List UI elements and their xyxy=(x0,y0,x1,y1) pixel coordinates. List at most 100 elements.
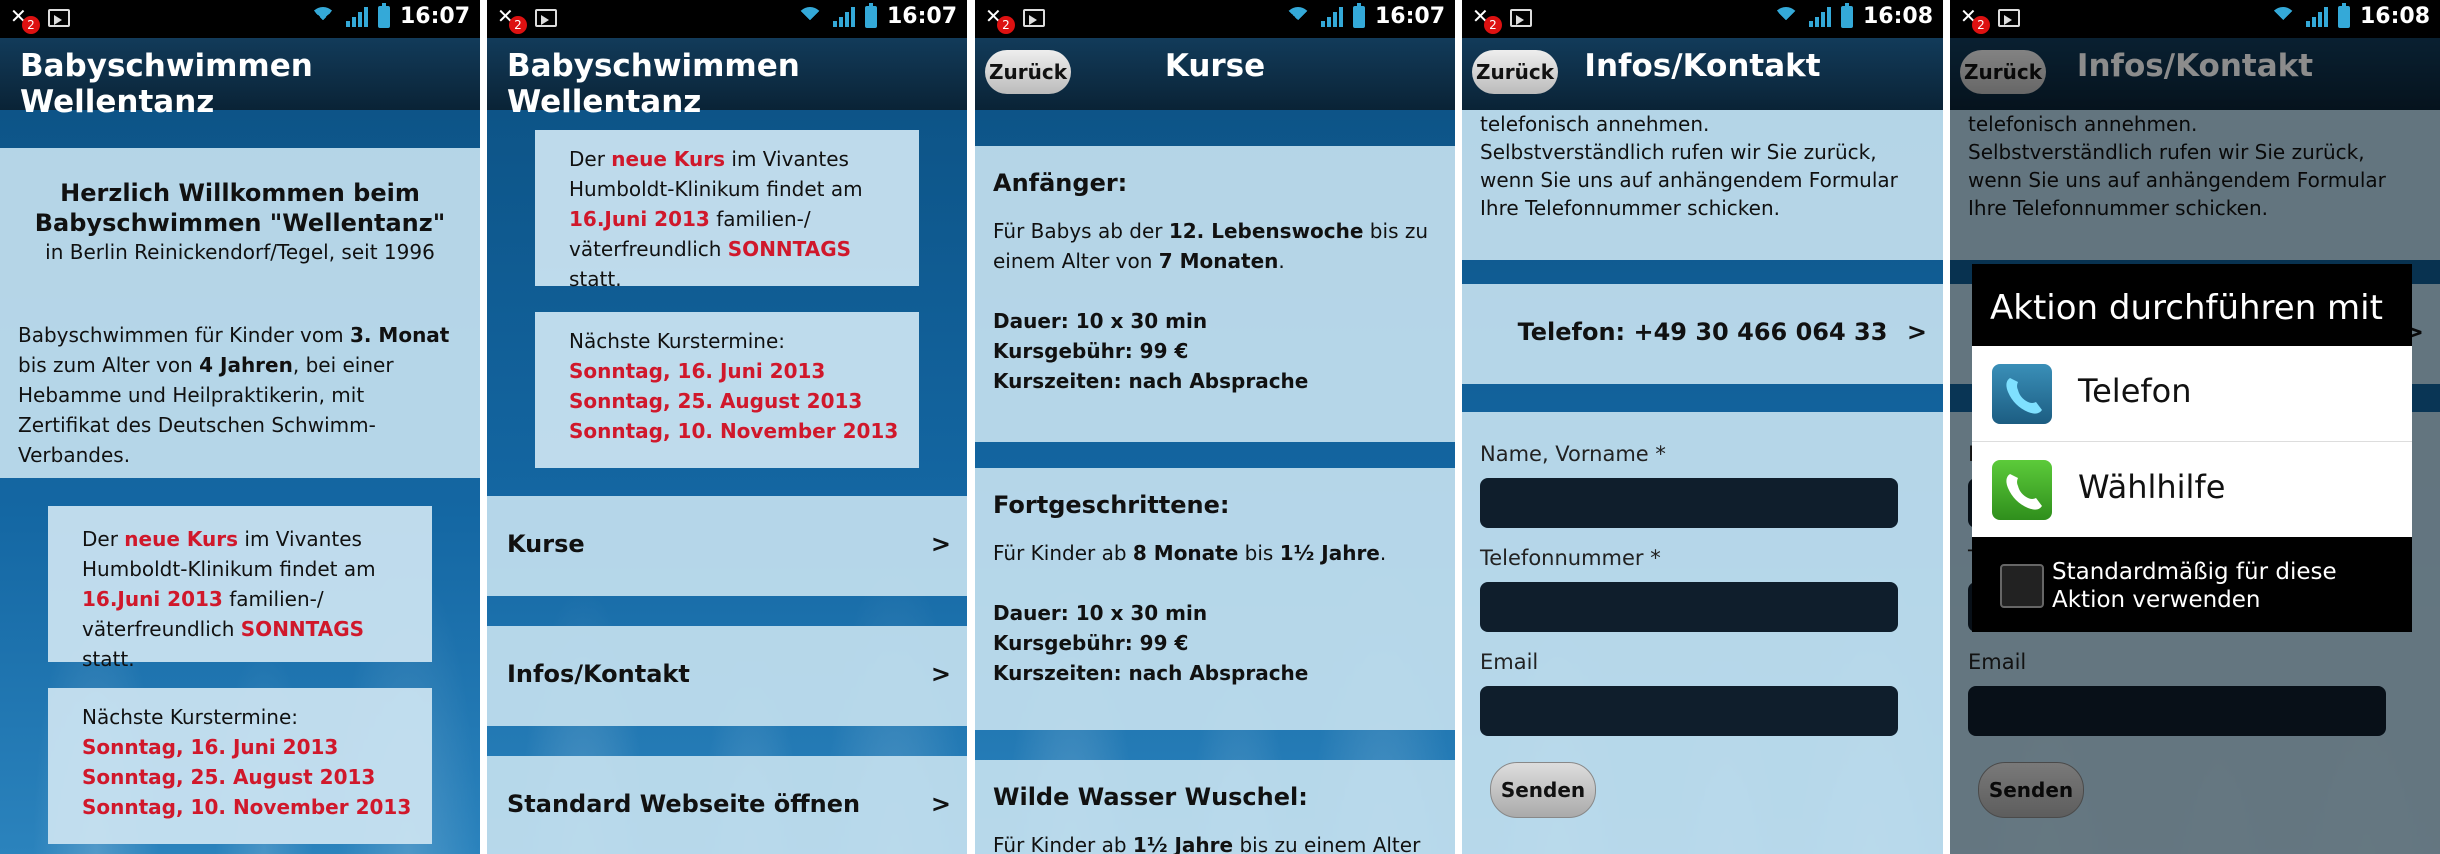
signal-icon xyxy=(1320,6,1343,27)
media-notification-icon[interactable] xyxy=(1510,9,1532,27)
dates-heading: Nächste Kurstermine: xyxy=(82,705,299,729)
nav-item-kurse[interactable]: Kurse > xyxy=(487,496,967,596)
clock: 16:08 xyxy=(1862,4,1933,29)
media-notification-icon[interactable] xyxy=(1023,9,1045,27)
wifi-icon xyxy=(1772,6,1799,33)
screen-kontakt-dialog: ✕ 2 16:08 Zurück Infos/Kontakt telefonisc… xyxy=(1950,0,2440,854)
app-header: Zurück Infos/Kontakt xyxy=(1462,38,1943,110)
signal-icon xyxy=(1808,6,1831,27)
date-item: Sonntag, 16. Juni 2013 xyxy=(82,735,339,759)
media-notification-icon[interactable] xyxy=(1998,9,2020,27)
phone-input[interactable] xyxy=(1480,582,1898,632)
page-title: Infos/Kontakt xyxy=(1584,48,1821,84)
option-waehlhilfe[interactable]: Wählhilfe xyxy=(1972,442,2412,537)
welcome-block: Herzlich Willkommen beim Babyschwimmen "… xyxy=(0,148,480,478)
news-box: Der neue Kurs im Vivantes Humboldt-Klini… xyxy=(48,506,432,671)
missed-call-notification-icon[interactable]: ✕ 2 xyxy=(985,6,1015,34)
option-telefon[interactable]: Telefon xyxy=(1972,346,2412,442)
battery-icon xyxy=(377,2,390,28)
status-bar: ✕ 2 16:08 xyxy=(1462,0,1943,38)
news-box: Der neue Kurs im Vivantes Humboldt-Klini… xyxy=(535,130,919,291)
phone-app-icon xyxy=(1992,364,2052,424)
status-bar: ✕ 2 16:07 xyxy=(975,0,1455,38)
dates-box: Nächste Kurstermine: Sonntag, 16. Juni 2… xyxy=(535,312,919,468)
course-details: Dauer: 10 x 30 min Kursgebühr: 99 € Kurs… xyxy=(993,309,1309,393)
email-input[interactable] xyxy=(1480,686,1898,736)
signal-icon xyxy=(832,6,855,27)
welcome-line: Babyschwimmen "Wellentanz" xyxy=(34,209,446,237)
screen-kontakt: ✕ 2 16:08 Zurück Infos/Kontakt telefonisc… xyxy=(1462,0,1943,854)
signal-icon xyxy=(345,6,368,27)
date-item: Sonntag, 16. Juni 2013 xyxy=(569,359,826,383)
battery-icon xyxy=(864,2,877,28)
nav-item-infos-kontakt[interactable]: Infos/Kontakt > xyxy=(487,626,967,726)
dates-heading: Nächste Kurstermine: xyxy=(569,329,786,353)
phone-row[interactable]: Telefon: +49 30 466 064 33 > xyxy=(1462,284,1943,384)
course-description: Für Kinder ab 8 Monate bis 1½ Jahre. xyxy=(993,541,1387,565)
course-description: Für Kinder ab 1½ Jahre bis zu einem Alte… xyxy=(993,833,1421,854)
date-item: Sonntag, 25. August 2013 xyxy=(82,765,376,789)
nav-item-webseite[interactable]: Standard Webseite öffnen > xyxy=(487,756,967,854)
course-title: Fortgeschrittene: xyxy=(993,491,1230,519)
name-label: Name, Vorname * xyxy=(1480,442,1666,466)
date-item: Sonntag, 10. November 2013 xyxy=(569,419,899,443)
date-item: Sonntag, 25. August 2013 xyxy=(569,389,863,413)
screen-home: ✕ 2 16:07 Babyschwimmen Wellentanz Herzli… xyxy=(0,0,480,854)
chevron-right-icon: > xyxy=(930,530,951,558)
intro-text: Babyschwimmen für Kinder vom 3. Monat bi… xyxy=(18,323,450,467)
chevron-right-icon: > xyxy=(1906,318,1927,346)
wifi-icon xyxy=(309,6,336,33)
wifi-icon xyxy=(796,6,823,33)
nav-item-label: Infos/Kontakt xyxy=(507,660,690,688)
course-title: Anfänger: xyxy=(993,169,1128,197)
app-header: Zurück Kurse xyxy=(975,38,1455,110)
option-label: Telefon xyxy=(2078,372,2192,410)
clock: 16:07 xyxy=(1374,4,1445,29)
battery-icon xyxy=(2337,2,2350,28)
welcome-subline: in Berlin Reinickendorf/Tegel, seit 1996 xyxy=(45,240,435,264)
status-bar: ✕ 2 16:07 xyxy=(0,0,480,38)
welcome-heading: Herzlich Willkommen beim Babyschwimmen "… xyxy=(0,178,480,238)
course-anfaenger: Anfänger: Für Babys ab der 12. Lebenswoc… xyxy=(975,146,1455,442)
phone-label: Telefonnummer * xyxy=(1480,546,1661,570)
screen-menu: ✕ 2 16:07 Babyschwimmen Wellentanz Der ne… xyxy=(487,0,967,854)
course-details: Dauer: 10 x 30 min Kursgebühr: 99 € Kurs… xyxy=(993,601,1309,685)
date-item: Sonntag, 10. November 2013 xyxy=(82,795,412,819)
status-bar: ✕ 2 16:08 xyxy=(1950,0,2440,38)
send-button[interactable]: Senden xyxy=(1490,762,1596,818)
clock: 16:07 xyxy=(886,4,957,29)
dates-box: Nächste Kurstermine: Sonntag, 16. Juni 2… xyxy=(48,688,432,844)
name-input[interactable] xyxy=(1480,478,1898,528)
missed-call-notification-icon[interactable]: ✕ 2 xyxy=(10,6,40,34)
course-fortgeschrittene: Fortgeschrittene: Für Kinder ab 8 Monate… xyxy=(975,468,1455,730)
default-action-checkbox[interactable] xyxy=(2000,564,2044,608)
app-header: Babyschwimmen Wellentanz xyxy=(0,38,480,120)
action-chooser-dialog: Aktion durchführen mit Telefon Wählhilfe… xyxy=(1972,264,2412,632)
course-wilde-wasser: Wilde Wasser Wuschel: Für Kinder ab 1½ J… xyxy=(975,760,1455,854)
option-label: Wählhilfe xyxy=(2078,468,2226,506)
checkbox-label[interactable]: Standardmäßig für diese Aktion verwenden xyxy=(2052,558,2402,614)
missed-call-notification-icon[interactable]: ✕ 2 xyxy=(1960,6,1990,34)
missed-call-notification-icon[interactable]: ✕ 2 xyxy=(497,6,527,34)
clock: 16:08 xyxy=(2359,4,2430,29)
chevron-right-icon: > xyxy=(930,790,951,818)
chevron-right-icon: > xyxy=(930,660,951,688)
wifi-icon xyxy=(1284,6,1311,33)
contact-text: telefonisch annehmen. Selbstverständlich… xyxy=(1462,110,1943,260)
course-description: Für Babys ab der 12. Lebenswoche bis zu … xyxy=(993,219,1429,273)
course-title: Wilde Wasser Wuschel: xyxy=(993,783,1308,811)
missed-call-notification-icon[interactable]: ✕ 2 xyxy=(1472,6,1502,34)
battery-icon xyxy=(1840,2,1853,28)
media-notification-icon[interactable] xyxy=(535,9,557,27)
email-label: Email xyxy=(1480,650,1539,674)
page-title: Babyschwimmen Wellentanz xyxy=(20,48,313,120)
nav-item-label: Kurse xyxy=(507,530,585,558)
nav-item-label: Standard Webseite öffnen xyxy=(507,790,861,818)
wifi-icon xyxy=(2269,6,2296,33)
welcome-line: Herzlich Willkommen beim xyxy=(60,179,420,207)
clock: 16:07 xyxy=(399,4,470,29)
screen-kurse: ✕ 2 16:07 Zurück Kurse Anfänger: Für Baby… xyxy=(975,0,1455,854)
contact-form: Name, Vorname * Telefonnummer * Email Se… xyxy=(1462,412,1943,854)
signal-icon xyxy=(2305,6,2328,27)
media-notification-icon[interactable] xyxy=(48,9,70,27)
